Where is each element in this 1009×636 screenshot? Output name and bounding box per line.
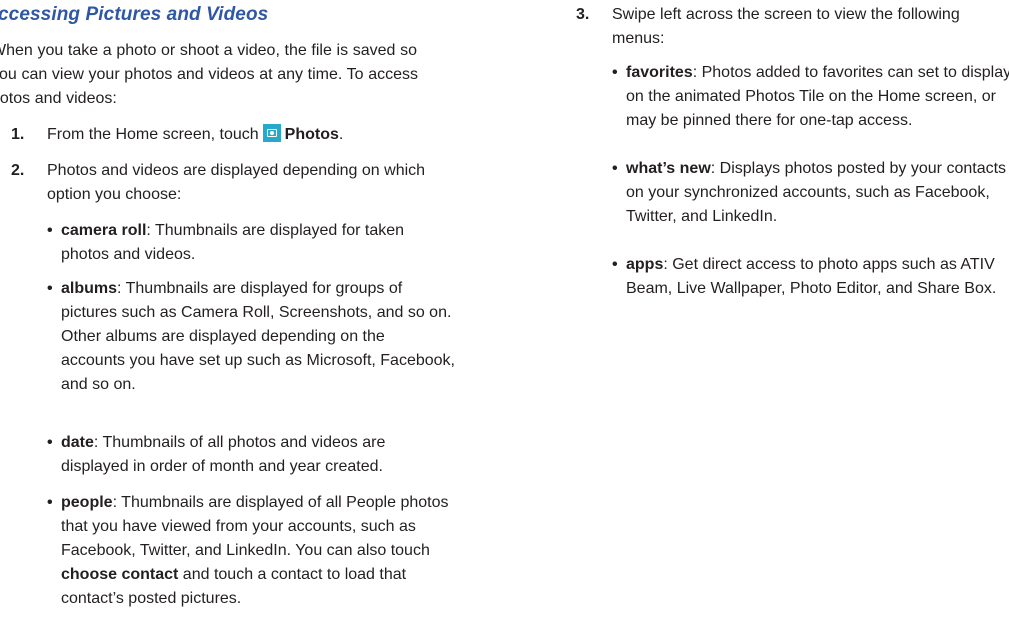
bullet: • [612, 160, 618, 177]
step-text: Photos and videos are displayed dependin… [47, 159, 467, 207]
option-text: people: Thumbnails are displayed of all … [61, 491, 491, 611]
step-2: 2. Photos and videos are displayed depen… [11, 159, 451, 207]
menu-line: : Get direct access to photo apps such a… [663, 256, 995, 273]
intro-line: hotos and videos: [0, 90, 117, 107]
menu-text: what’s new: Displays photos posted by yo… [626, 157, 1009, 229]
menu-apps: • apps: Get direct access to photo apps … [612, 253, 1007, 301]
bullet: • [47, 222, 53, 239]
menu-line: : Displays photos posted by your contact… [710, 160, 1007, 177]
step-1-text: From the Home screen, touch [47, 126, 259, 143]
intro-line: When you take a photo or shoot a video, … [0, 42, 417, 59]
bullet: • [47, 494, 53, 511]
option-line: Other albums are displayed depending on … [61, 328, 385, 345]
menu-whats-new: • what’s new: Displays photos posted by … [612, 157, 1007, 229]
step-2-line: option you choose: [47, 186, 182, 203]
option-term: albums [61, 280, 118, 297]
option-term: camera roll [61, 222, 147, 239]
menu-term: apps [626, 256, 664, 273]
option-albums: • albums: Thumbnails are displayed for g… [47, 277, 477, 397]
option-text: date: Thumbnails of all photos and video… [61, 431, 481, 479]
menu-favorites: • favorites: Photos added to favorites c… [612, 61, 1009, 133]
option-line: : Thumbnails are displayed for taken [146, 222, 405, 239]
option-line: accounts you have set up such as Microso… [61, 352, 455, 369]
step-number: 1. [11, 126, 25, 143]
intro-paragraph: When you take a photo or shoot a video, … [0, 39, 431, 111]
photos-app-icon [262, 124, 281, 142]
step-1-period: . [338, 126, 344, 143]
menu-line: on your synchronized accounts, such as F… [626, 184, 990, 201]
section-heading: ccessing Pictures and Videos [0, 4, 269, 25]
option-text: camera roll: Thumbnails are displayed fo… [61, 219, 481, 267]
bullet: • [612, 256, 618, 273]
step-3-line: menus: [612, 30, 665, 47]
option-line: that you have viewed from your accounts,… [61, 518, 416, 535]
option-text: albums: Thumbnails are displayed for gro… [61, 277, 491, 397]
step-1: 1. From the Home screen, touch Photos. [11, 123, 451, 147]
option-term: date [61, 434, 94, 451]
option-line: : Thumbnails are displayed for groups of [117, 280, 403, 297]
menu-line: Beam, Live Wallpaper, Photo Editor, and … [626, 280, 997, 297]
option-line: Facebook, Twitter, and LinkedIn. You can… [61, 542, 430, 559]
step-3-line: Swipe left across the screen to view the… [612, 6, 960, 23]
menu-text: favorites: Photos added to favorites can… [626, 61, 1009, 133]
option-term: people [61, 494, 113, 511]
bullet: • [47, 280, 53, 297]
option-line: displayed in order of month and year cre… [61, 458, 383, 475]
option-line: : Thumbnails of all photos and videos ar… [93, 434, 386, 451]
option-people: • people: Thumbnails are displayed of al… [47, 491, 477, 611]
menu-term: favorites [626, 64, 693, 81]
option-line: and touch a contact to load that [178, 566, 407, 583]
bullet: • [612, 64, 618, 81]
choose-contact-term: choose contact [61, 566, 179, 583]
step-3: 3. Swipe left across the screen to view … [576, 3, 996, 51]
step-number: 2. [11, 162, 25, 179]
menu-line: : Photos added to favorites can set to d… [692, 64, 1009, 81]
option-camera-roll: • camera roll: Thumbnails are displayed … [47, 219, 467, 267]
bullet: • [47, 434, 53, 451]
photos-app-label: Photos [284, 126, 339, 143]
step-text: Swipe left across the screen to view the… [612, 3, 1009, 51]
menu-line: may be pinned there for one-tap access. [626, 112, 913, 129]
option-line: : Thumbnails are displayed of all People… [112, 494, 449, 511]
intro-line: you can view your photos and videos at a… [0, 66, 419, 83]
menu-line: Twitter, and LinkedIn. [626, 208, 778, 225]
option-line: and so on. [61, 376, 136, 393]
option-line: pictures such as Camera Roll, Screenshot… [61, 304, 452, 321]
option-line: contact’s posted pictures. [61, 590, 242, 607]
menu-line: on the animated Photos Tile on the Home … [626, 88, 996, 105]
menu-term: what’s new [626, 160, 711, 177]
option-date: • date: Thumbnails of all photos and vid… [47, 431, 467, 479]
step-text: From the Home screen, touch Photos. [47, 123, 343, 147]
option-line: photos and videos. [61, 246, 196, 263]
step-2-line: Photos and videos are displayed dependin… [47, 162, 426, 179]
step-number: 3. [576, 6, 590, 23]
menu-text: apps: Get direct access to photo apps su… [626, 253, 1009, 301]
